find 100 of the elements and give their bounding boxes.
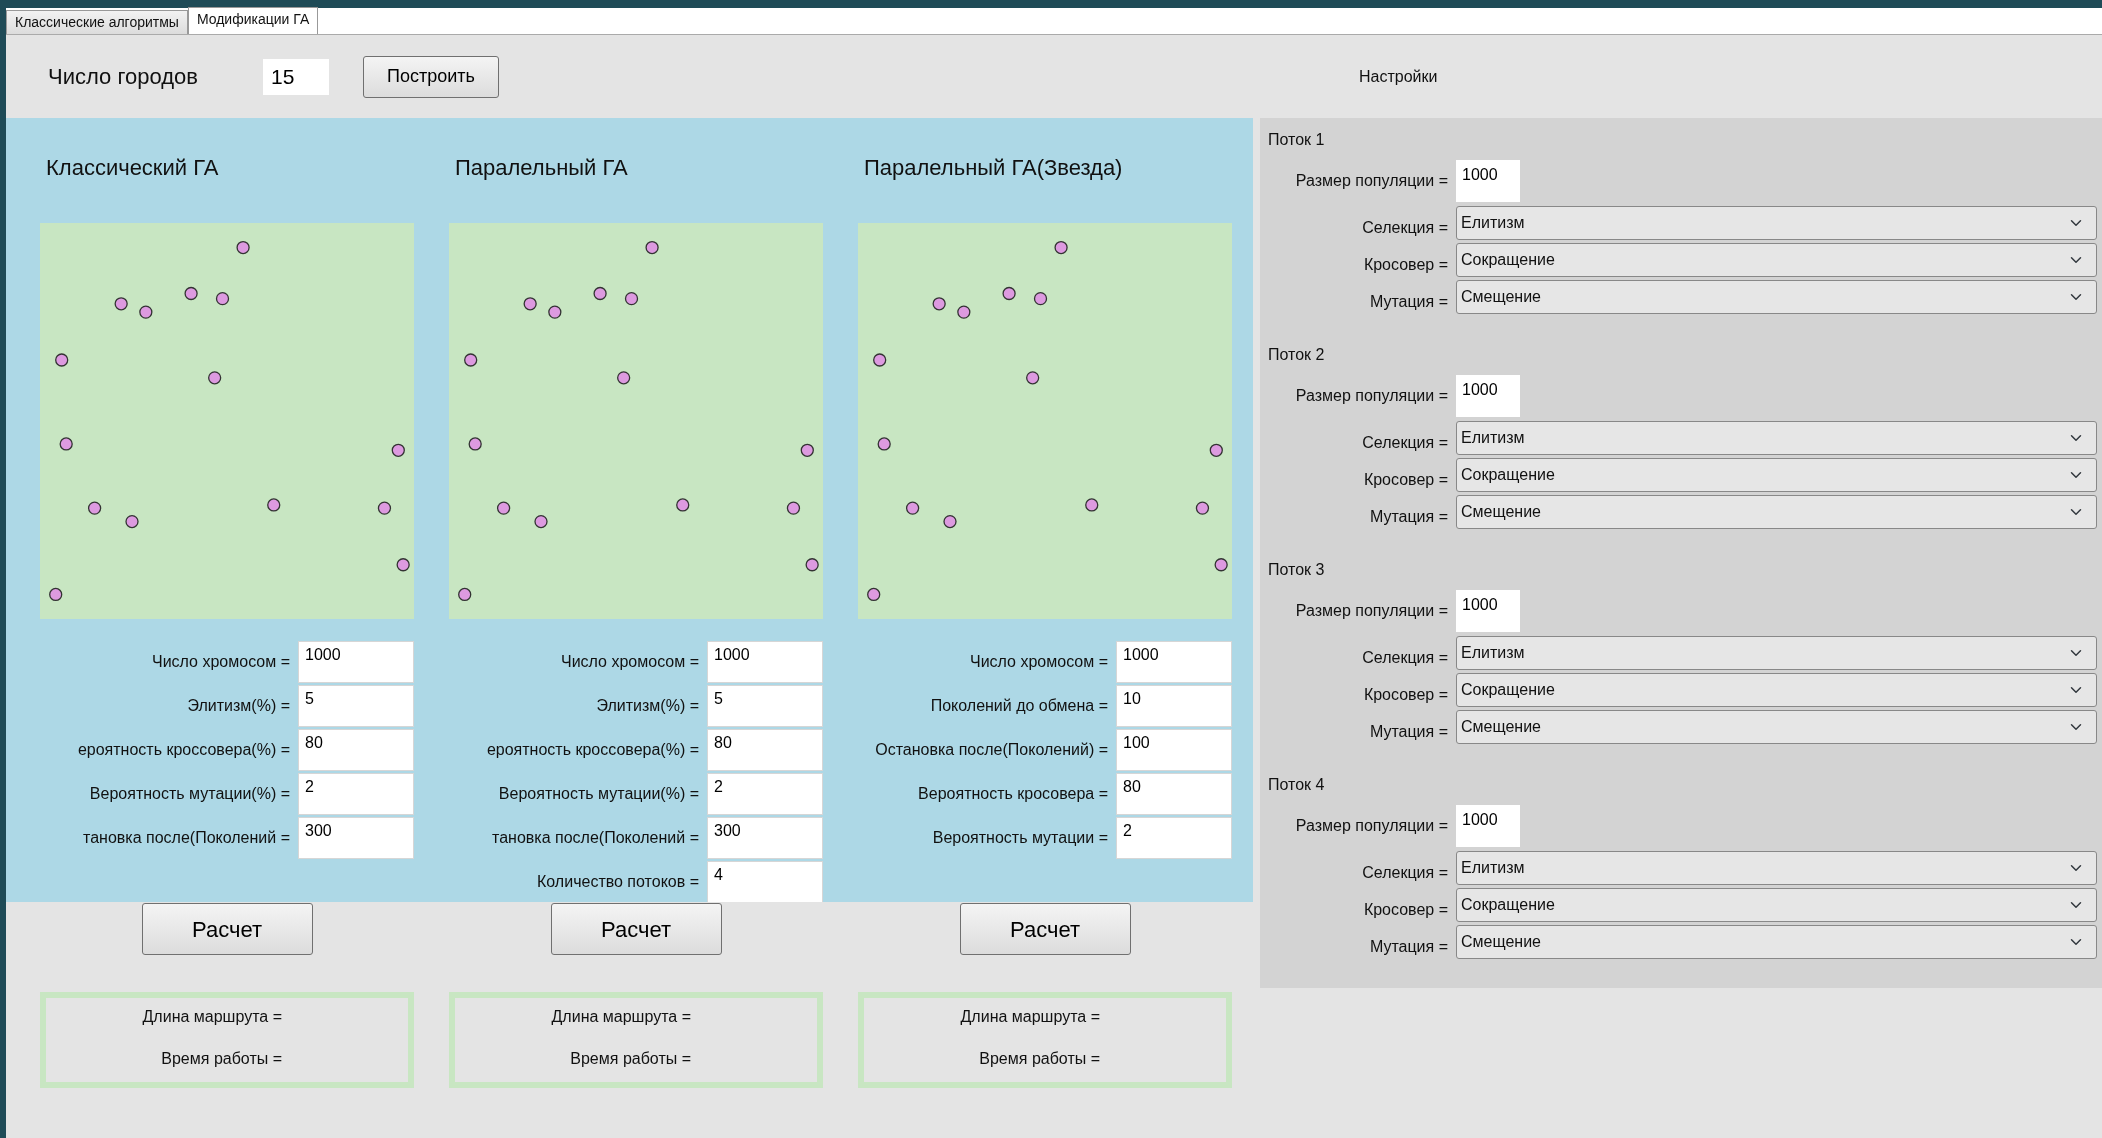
city-point xyxy=(496,501,511,515)
dropdown[interactable]: Смещение xyxy=(1456,925,2097,959)
tab[interactable]: Модификации ГА xyxy=(187,7,319,34)
city-point xyxy=(184,286,198,301)
select-label: Мутация = xyxy=(1368,937,1448,957)
city-point xyxy=(458,587,472,602)
calculate-button[interactable]: Расчет xyxy=(141,903,313,955)
dropdown[interactable]: Елитизм xyxy=(1456,421,2097,455)
field-label: ероятность кроссовера(%) = xyxy=(486,740,699,760)
city-point xyxy=(593,286,607,301)
city-point xyxy=(215,292,230,306)
input-field[interactable]: 2 xyxy=(707,773,823,815)
select-label: Кросовер = xyxy=(1362,685,1448,705)
field-label: Вероятность мутации = xyxy=(932,828,1108,848)
city-point xyxy=(1195,501,1210,515)
city-point xyxy=(468,437,482,451)
city-point xyxy=(645,240,659,255)
dropdown[interactable]: Елитизм xyxy=(1456,206,2097,240)
input-field[interactable]: 1000 xyxy=(1116,641,1232,683)
cities-input[interactable]: 15 xyxy=(263,58,329,95)
input-field[interactable]: 1000 xyxy=(707,641,823,683)
cities-label: Число городов xyxy=(48,63,199,91)
city-point xyxy=(534,514,548,529)
city-point xyxy=(396,558,410,572)
dropdown[interactable]: Сокращение xyxy=(1456,888,2097,922)
input-field[interactable]: 100 xyxy=(1116,729,1232,771)
select-label: Кросовер = xyxy=(1362,255,1448,275)
input-field[interactable]: 5 xyxy=(707,685,823,727)
input-field[interactable]: 80 xyxy=(298,729,414,771)
city-point xyxy=(208,371,222,385)
input-field[interactable]: 80 xyxy=(1116,773,1232,815)
calculate-button[interactable]: Расчет xyxy=(959,903,1131,955)
population-label: Размер популяции = xyxy=(1294,386,1448,406)
stream-title: Поток 2 xyxy=(1268,345,1326,365)
dropdown[interactable]: Смещение xyxy=(1456,710,2097,744)
input-field[interactable]: 4 xyxy=(707,861,823,902)
city-point xyxy=(1054,240,1068,255)
dropdown[interactable]: Смещение xyxy=(1456,280,2097,314)
city-point xyxy=(800,443,814,457)
city-point xyxy=(1214,558,1228,572)
select-label: Кросовер = xyxy=(1362,470,1448,490)
population-input[interactable]: 1000 xyxy=(1456,590,1520,632)
city-point xyxy=(877,437,891,451)
stream-title: Поток 4 xyxy=(1268,775,1326,795)
input-field[interactable]: 300 xyxy=(298,817,414,859)
tab[interactable]: Классические алгоритмы xyxy=(6,10,188,34)
city-point xyxy=(1209,443,1223,457)
result-label: Время работы = xyxy=(569,1049,691,1069)
city-point xyxy=(87,501,102,515)
dropdown[interactable]: Елитизм xyxy=(1456,851,2097,885)
dropdown[interactable]: Сокращение xyxy=(1456,458,2097,492)
input-field[interactable]: 10 xyxy=(1116,685,1232,727)
dropdown[interactable]: Сокращение xyxy=(1456,673,2097,707)
field-label: Вероятность мутации(%) = xyxy=(89,784,290,804)
result-label: Время работы = xyxy=(978,1049,1100,1069)
select-label: Мутация = xyxy=(1368,722,1448,742)
result-label: Длина маршрута = xyxy=(550,1007,691,1027)
field-label: Вероятность мутации(%) = xyxy=(498,784,699,804)
field-label: Количество потоков = xyxy=(537,872,699,892)
dropdown[interactable]: Сокращение xyxy=(1456,243,2097,277)
settings-label: Настройки xyxy=(1359,66,1438,87)
select-label: Селекция = xyxy=(1361,648,1448,668)
city-point xyxy=(548,305,562,319)
city-point xyxy=(236,240,250,255)
field-label: Число хромосом = xyxy=(151,652,290,672)
city-point xyxy=(943,514,957,529)
city-point xyxy=(114,297,128,311)
city-point xyxy=(873,353,887,367)
city-point xyxy=(676,498,690,512)
field-label: Вероятность кросовера = xyxy=(918,784,1108,804)
input-field[interactable]: 5 xyxy=(298,685,414,727)
city-point xyxy=(49,587,63,602)
city-point xyxy=(139,305,153,319)
population-input[interactable]: 1000 xyxy=(1456,160,1520,202)
select-label: Селекция = xyxy=(1361,863,1448,883)
population-input[interactable]: 1000 xyxy=(1456,805,1520,847)
dropdown[interactable]: Елитизм xyxy=(1456,636,2097,670)
input-field[interactable]: 2 xyxy=(298,773,414,815)
stream-title: Поток 3 xyxy=(1268,560,1326,580)
select-label: Мутация = xyxy=(1368,292,1448,312)
input-field[interactable]: 2 xyxy=(1116,817,1232,859)
city-point xyxy=(59,437,73,451)
input-field[interactable]: 80 xyxy=(707,729,823,771)
field-label: тановка после(Поколений = xyxy=(492,828,699,848)
calculate-button[interactable]: Расчет xyxy=(550,903,722,955)
select-label: Селекция = xyxy=(1361,218,1448,238)
city-point xyxy=(267,498,281,512)
build-button[interactable]: Построить xyxy=(363,55,499,98)
city-point xyxy=(1033,292,1048,306)
input-field[interactable]: 300 xyxy=(707,817,823,859)
algorithm-title: Классический ГА xyxy=(46,154,220,182)
input-field[interactable]: 1000 xyxy=(298,641,414,683)
result-label: Длина маршрута = xyxy=(959,1007,1100,1027)
city-point xyxy=(1002,286,1016,301)
population-label: Размер популяции = xyxy=(1294,816,1448,836)
population-input[interactable]: 1000 xyxy=(1456,375,1520,417)
dropdown[interactable]: Смещение xyxy=(1456,495,2097,529)
city-point xyxy=(957,305,971,319)
city-point xyxy=(391,443,405,457)
field-label: Число хромосом = xyxy=(969,652,1108,672)
